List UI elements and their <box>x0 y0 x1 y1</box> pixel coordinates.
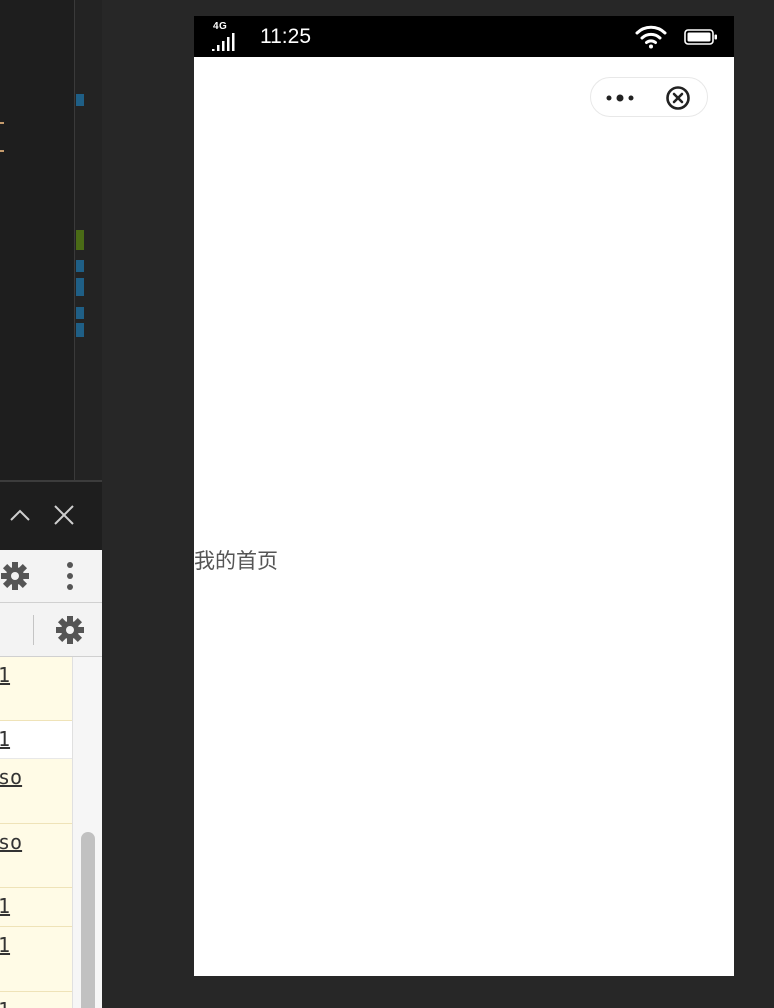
close-icon[interactable] <box>50 500 78 530</box>
console-row[interactable]: 1 <box>0 927 72 992</box>
toolbar-separator <box>33 615 34 645</box>
console-row[interactable]: so <box>0 824 72 888</box>
ide-panel: 1 1 so so 1 1 1 <box>0 0 102 1008</box>
capsule-close-icon[interactable] <box>665 85 691 111</box>
gear-icon[interactable] <box>0 560 31 597</box>
status-bar: 4G 11:25 <box>194 16 734 57</box>
gear-icon[interactable] <box>54 614 86 651</box>
overview-marker <box>76 260 84 272</box>
devtools-scrollbar-track[interactable] <box>72 657 102 1008</box>
console-link[interactable]: 1 <box>0 894 10 918</box>
console-link[interactable]: 1 <box>0 727 10 751</box>
devtools-filter-bar <box>0 603 102 657</box>
console-row[interactable]: 1 <box>0 721 72 759</box>
chevron-up-icon[interactable] <box>6 500 34 530</box>
overview-marker <box>76 307 84 319</box>
overview-marker <box>76 323 84 337</box>
devtools-toolbar <box>0 550 102 603</box>
overview-marker <box>76 278 84 296</box>
console-link[interactable]: 1 <box>0 998 10 1008</box>
code-fragment <box>0 150 4 152</box>
console-row[interactable]: 1 <box>0 657 72 721</box>
kebab-menu-icon[interactable] <box>62 562 78 597</box>
overview-marker <box>76 230 84 250</box>
miniprogram-capsule <box>590 77 708 117</box>
page-text: 我的首页 <box>194 550 278 573</box>
more-dots-icon[interactable] <box>605 91 635 105</box>
wifi-icon <box>635 25 667 54</box>
signal-icon <box>212 32 242 57</box>
devtools-panel: 1 1 so so 1 1 1 <box>0 550 102 1008</box>
console-row[interactable]: so <box>0 759 72 824</box>
console-row[interactable]: 1 <box>0 992 72 1008</box>
console-link[interactable]: so <box>0 830 22 854</box>
battery-icon <box>684 28 718 51</box>
code-editor[interactable] <box>0 0 102 480</box>
status-time: 11:25 <box>260 25 311 48</box>
console-row[interactable]: 1 <box>0 888 72 927</box>
console-link[interactable]: 1 <box>0 663 10 687</box>
console-messages: 1 1 so so 1 1 1 <box>0 657 72 1008</box>
console-link[interactable]: 1 <box>0 933 10 957</box>
code-fragment <box>0 122 4 124</box>
network-type: 4G <box>213 21 228 32</box>
overview-marker <box>76 94 84 106</box>
console-link[interactable]: so <box>0 765 22 789</box>
scrollbar-thumb[interactable] <box>81 832 95 1008</box>
phone-simulator: 4G 11:25 我的首页 <box>194 16 734 976</box>
